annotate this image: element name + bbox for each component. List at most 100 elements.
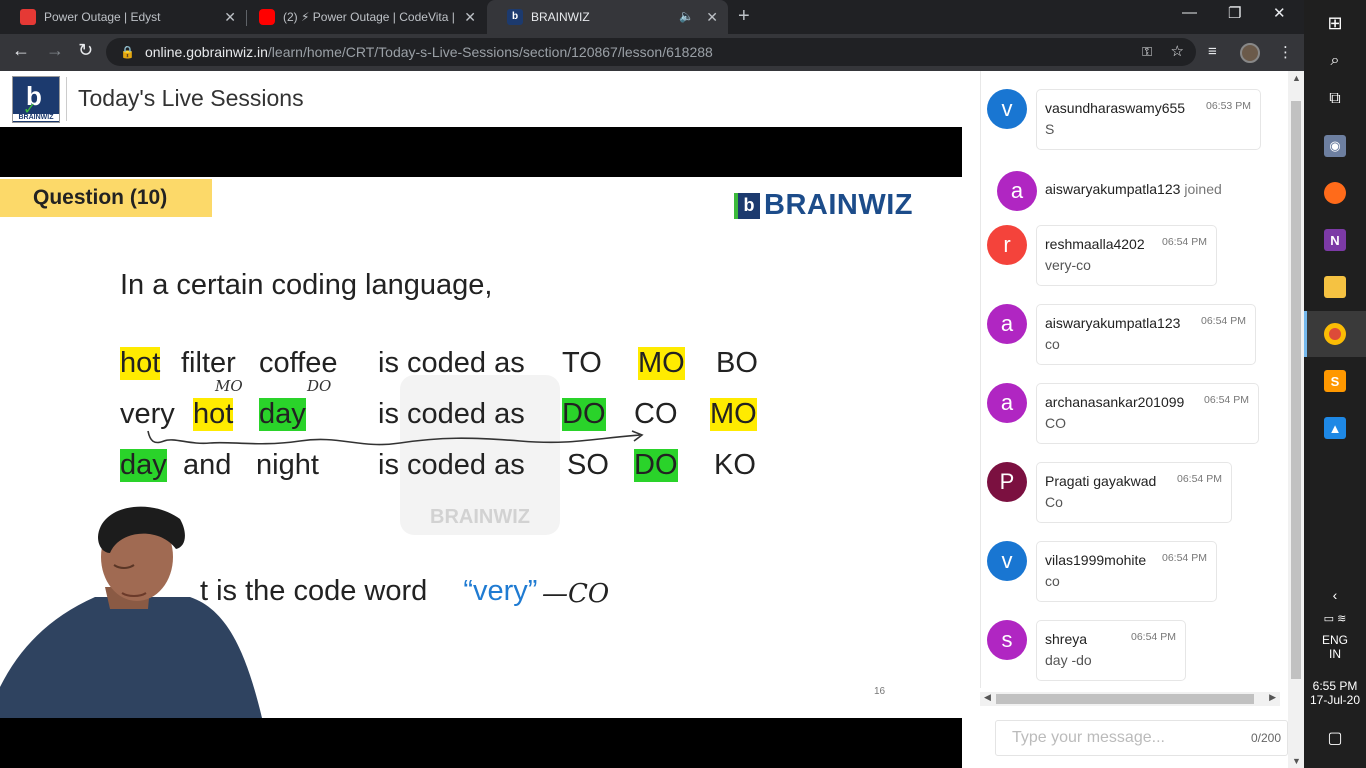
handwritten-note-hot: MO: [215, 377, 243, 395]
slide-brand-logo: b BRAINWIZ: [734, 189, 913, 222]
close-tab-icon[interactable]: ✕: [224, 9, 236, 26]
brainwiz-logo[interactable]: b ✓ BRAINWIZ: [12, 76, 60, 123]
avatar: r: [987, 225, 1027, 265]
password-key-icon[interactable]: ⚿: [1142, 44, 1152, 60]
youtube-favicon-icon: [259, 9, 275, 25]
search-icon: ⌕: [1330, 52, 1340, 69]
battery-wifi-icon[interactable]: ▭ ≋: [1304, 612, 1366, 625]
taskbar-onenote[interactable]: N: [1304, 217, 1366, 263]
back-button[interactable]: ←: [12, 40, 30, 61]
tab-edyst[interactable]: Power Outage | Edyst ✕: [0, 0, 246, 34]
join-username: aiswaryakumpatla123: [1045, 181, 1181, 197]
tab-youtube-codevita[interactable]: (2) ⚡ Power Outage | CodeVita | ✕: [239, 0, 486, 34]
onenote-icon: N: [1324, 229, 1346, 251]
question-label: Question (10): [0, 179, 212, 217]
code: MO: [638, 347, 685, 380]
taskbar-file-explorer[interactable]: [1304, 264, 1366, 310]
action-center-icon[interactable]: ▢: [1304, 728, 1366, 748]
scroll-up-icon[interactable]: ▲: [1292, 73, 1301, 83]
avatar: v: [987, 89, 1027, 129]
url-host: online.gobrainwiz.in: [144, 44, 268, 60]
scroll-right-icon[interactable]: ▶: [1269, 692, 1276, 703]
region-code: IN: [1329, 647, 1341, 661]
audio-playing-icon[interactable]: 🔈: [679, 9, 694, 23]
handwritten-answer: —CO: [542, 579, 610, 609]
task-view-icon: ⧉: [1329, 90, 1341, 107]
message-text: CO: [1045, 415, 1066, 431]
forward-button[interactable]: →: [46, 40, 64, 61]
browser-menu-icon[interactable]: ⋮: [1278, 43, 1293, 61]
message-text: co: [1045, 336, 1060, 352]
join-text: aiswaryakumpatla123 joined: [1045, 181, 1222, 197]
chat-panel: v vasundharaswamy655 06:53 PM S a aiswar…: [962, 71, 1304, 768]
page-vertical-scrollbar[interactable]: ▲ ▼: [1288, 71, 1304, 768]
tab-title: BRAINWIZ: [531, 10, 590, 24]
taskbar-sublime[interactable]: S: [1304, 358, 1366, 404]
message-text: very-co: [1045, 257, 1091, 273]
message-bubble: vasundharaswamy655 06:53 PM S: [1036, 89, 1261, 150]
scrollbar-thumb[interactable]: [996, 694, 1254, 704]
task-view-button[interactable]: ⧉: [1304, 76, 1366, 122]
edyst-favicon-icon: [20, 9, 36, 25]
lock-icon[interactable]: 🔒: [120, 45, 135, 59]
chrome-icon: [1324, 323, 1346, 345]
tab-brainwiz[interactable]: b BRAINWIZ 🔈 ✕: [487, 0, 728, 34]
join-action: joined: [1184, 181, 1222, 197]
windows-logo-icon: ⊞: [1327, 12, 1343, 33]
code: DO: [634, 449, 678, 482]
word: day: [120, 449, 167, 482]
header-divider: [66, 77, 67, 121]
scroll-left-icon[interactable]: ◀: [984, 692, 991, 703]
avatar: a: [987, 383, 1027, 423]
tab-title: Power Outage | Edyst: [44, 10, 161, 24]
chat-horizontal-scrollbar[interactable]: ◀ ▶: [980, 692, 1280, 706]
taskbar-photos[interactable]: ▲: [1304, 405, 1366, 451]
scroll-down-icon[interactable]: ▼: [1292, 756, 1301, 766]
char-counter: 0/200: [1250, 731, 1281, 745]
close-tab-icon[interactable]: ✕: [706, 9, 718, 26]
taskbar-chrome[interactable]: [1304, 311, 1366, 357]
reload-button[interactable]: ↻: [78, 40, 93, 61]
live-video-player[interactable]: Question (10) b BRAINWIZ BRAINWIZ In a c…: [0, 127, 962, 768]
message-bubble: Pragati gayakwad 06:54 PM Co: [1036, 462, 1232, 523]
avatar: s: [987, 620, 1027, 660]
word: night: [256, 449, 319, 481]
chat-message-input[interactable]: [996, 721, 1236, 755]
message-text: co: [1045, 573, 1060, 589]
profile-avatar[interactable]: [1240, 43, 1260, 63]
media-control-icon[interactable]: ≡: [1208, 43, 1217, 60]
minimize-window-icon[interactable]: —: [1182, 4, 1197, 21]
close-tab-icon[interactable]: ✕: [464, 9, 476, 26]
clock-date: 17-Jul-20: [1309, 693, 1361, 707]
bookmark-star-icon[interactable]: ☆: [1171, 42, 1184, 60]
taskbar-firefox[interactable]: [1304, 170, 1366, 216]
code: KO: [714, 449, 756, 481]
message-time: 06:54 PM: [1131, 631, 1176, 643]
message-time: 06:54 PM: [1201, 315, 1246, 327]
logo-text: BRAINWIZ: [13, 114, 59, 121]
question-intro: In a certain coding language,: [120, 269, 493, 301]
chat-message-input-box[interactable]: 0/200: [995, 720, 1288, 756]
avatar: P: [987, 462, 1027, 502]
page-header: b ✓ BRAINWIZ Today's Live Sessions: [0, 71, 962, 127]
show-hidden-icons-chevron-icon[interactable]: ‹: [1304, 587, 1366, 603]
brainwiz-favicon-icon: b: [507, 9, 523, 25]
taskbar-camera[interactable]: ◉: [1304, 123, 1366, 169]
windows-taskbar: ⊞ ⌕ ⧉ ◉ N S ▲ ‹ ▭ ≋ ENG IN 6:55 PM 17-Ju…: [1304, 0, 1366, 768]
message-text: S: [1045, 121, 1055, 137]
message-bubble: shreya 06:54 PM day -do: [1036, 620, 1186, 681]
brand-wordmark: BRAINWIZ: [764, 189, 913, 221]
input-language[interactable]: ENG IN: [1304, 633, 1366, 661]
close-window-icon[interactable]: ✕: [1273, 4, 1286, 22]
chat-message-list[interactable]: v vasundharaswamy655 06:53 PM S a aiswar…: [980, 71, 1280, 688]
restore-window-icon[interactable]: ❐: [1228, 4, 1241, 22]
page-title: Today's Live Sessions: [78, 85, 304, 111]
avatar: v: [987, 541, 1027, 581]
message-time: 06:54 PM: [1204, 394, 1249, 406]
url-path: /learn/home/CRT/Today-s-Live-Sessions/se…: [267, 44, 713, 60]
code: MO: [710, 398, 757, 431]
scrollbar-thumb[interactable]: [1291, 101, 1301, 679]
new-tab-button[interactable]: +: [738, 5, 750, 28]
clock[interactable]: 6:55 PM 17-Jul-20: [1304, 679, 1366, 707]
address-bar[interactable]: 🔒 online.gobrainwiz.in/learn/home/CRT/To…: [106, 38, 1196, 66]
